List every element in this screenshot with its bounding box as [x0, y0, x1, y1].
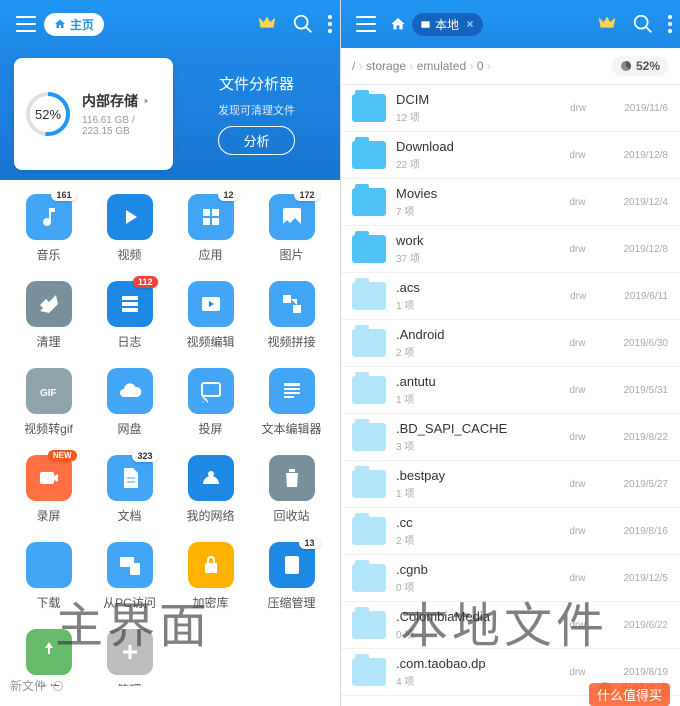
folder-row[interactable]: .cc2 项drw2019/8/16: [340, 508, 680, 555]
tile-vjoin[interactable]: 视频拼接: [251, 281, 332, 350]
folder-row[interactable]: .Android2 项drw2019/6/30: [340, 320, 680, 367]
header-right: 本地: [340, 0, 680, 48]
storage-ring: 52%: [24, 90, 72, 138]
folder-list: DCIM12 项drw2019/11/6Download22 项drw2019/…: [340, 85, 680, 697]
folder-icon: [352, 282, 386, 310]
folder-icon: [352, 141, 386, 169]
tile-image[interactable]: 172图片: [251, 194, 332, 263]
tile-grid: 161音乐视频12应用172图片清理112日志视频编辑视频拼接 GIF视频转gif…: [0, 180, 340, 686]
folder-row[interactable]: work37 项drw2019/12/8: [340, 226, 680, 273]
folder-row[interactable]: .bestpay1 项drw2019/5/27: [340, 461, 680, 508]
tile-vedit[interactable]: 视频编辑: [170, 281, 251, 350]
tile-lock[interactable]: 加密库: [170, 542, 251, 611]
tile-down[interactable]: 下载: [8, 542, 89, 611]
folder-row[interactable]: Download22 项drw2019/12/8: [340, 132, 680, 179]
folder-row[interactable]: DCIM12 项drw2019/11/6: [340, 85, 680, 132]
right-pane: 本地 / › storage › emulated › 0 › 52% DCIM…: [340, 0, 680, 706]
svg-text:GIF: GIF: [40, 388, 57, 399]
search-icon[interactable]: [632, 13, 654, 35]
folder-icon: [352, 611, 386, 639]
tile-video[interactable]: 视频: [89, 194, 170, 263]
tile-net[interactable]: 我的网络: [170, 455, 251, 524]
folder-row[interactable]: .acs1 项drw2019/6/11: [340, 273, 680, 320]
folder-icon: [352, 329, 386, 357]
tile-cloud[interactable]: 网盘: [89, 368, 170, 437]
tile-zip[interactable]: 13压缩管理: [251, 542, 332, 611]
tile-music[interactable]: 161音乐: [8, 194, 89, 263]
hero-panel: 52% 内部存储 116.61 GB / 223.15 GB 文件分析器 发现可…: [0, 48, 340, 180]
watermark-bottom: 什么值得买: [589, 683, 670, 706]
folder-row[interactable]: .cgnb0 项drw2019/12/5: [340, 555, 680, 602]
folder-row[interactable]: .BD_SAPI_CACHE3 项drw2019/8/22: [340, 414, 680, 461]
tile-clean[interactable]: 清理: [8, 281, 89, 350]
folder-icon: [352, 235, 386, 263]
folder-icon: [352, 376, 386, 404]
analyzer-panel: 文件分析器 发现可清理文件 分析: [187, 58, 326, 170]
folder-row[interactable]: Movies7 项drw2019/12/4: [340, 179, 680, 226]
tile-cast[interactable]: 投屏: [170, 368, 251, 437]
breadcrumb[interactable]: / › storage › emulated › 0 › 52%: [340, 48, 680, 85]
usage-badge: 52%: [612, 56, 668, 76]
search-icon[interactable]: [292, 13, 314, 35]
left-pane: 主页 52% 内部存储 116.61 GB / 223.15 GB 文件分析器 …: [0, 0, 340, 706]
folder-row[interactable]: .antutu1 项drw2019/5/31: [340, 367, 680, 414]
tile-pc[interactable]: 从PC访问: [89, 542, 170, 611]
folder-icon: [352, 188, 386, 216]
folder-icon: [352, 658, 386, 686]
folder-row[interactable]: .ColombiaMedia0 项drw2019/6/22: [340, 602, 680, 649]
crown-icon[interactable]: [256, 13, 278, 35]
folder-icon: [352, 423, 386, 451]
home-icon[interactable]: [390, 16, 406, 32]
more-icon[interactable]: [668, 15, 672, 33]
header-left: 主页: [0, 0, 340, 48]
folder-icon: [352, 470, 386, 498]
tile-plus[interactable]: 管理: [89, 629, 170, 686]
tile-rec[interactable]: NEW录屏: [8, 455, 89, 524]
home-tab[interactable]: 主页: [44, 13, 104, 36]
analyze-button[interactable]: 分析: [218, 126, 294, 155]
tile-doc[interactable]: 323文档: [89, 455, 170, 524]
tile-text[interactable]: 文本编辑器: [251, 368, 332, 437]
storage-card[interactable]: 52% 内部存储 116.61 GB / 223.15 GB: [14, 58, 173, 170]
tile-app[interactable]: 12应用: [170, 194, 251, 263]
menu-icon[interactable]: [16, 16, 36, 32]
folder-icon: [352, 94, 386, 122]
new-file-label: 新文件: [10, 677, 64, 694]
tile-log[interactable]: 112日志: [89, 281, 170, 350]
tile-gif[interactable]: GIF视频转gif: [8, 368, 89, 437]
tile-trash[interactable]: 回收站: [251, 455, 332, 524]
local-tab[interactable]: 本地: [412, 13, 483, 36]
folder-icon: [352, 517, 386, 545]
more-icon[interactable]: [328, 15, 332, 33]
crown-icon[interactable]: [596, 13, 618, 35]
menu-icon[interactable]: [356, 16, 376, 32]
folder-icon: [352, 564, 386, 592]
